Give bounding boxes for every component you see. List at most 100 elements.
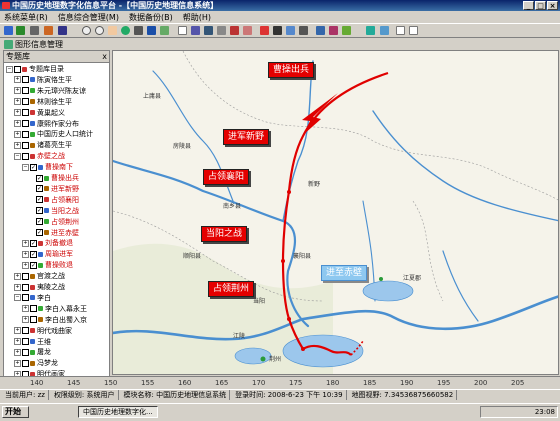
tree-node[interactable]: − 李白 xyxy=(14,294,51,302)
expand-toggle-icon[interactable]: + xyxy=(14,87,21,95)
expand-toggle-icon[interactable]: + xyxy=(14,98,21,106)
tree-checkbox[interactable] xyxy=(22,76,29,84)
tree-node[interactable]: + 康熙作家分布 xyxy=(14,120,79,128)
overview-icon[interactable] xyxy=(316,26,325,35)
tree-checkbox[interactable] xyxy=(22,120,29,127)
expand-toggle-icon[interactable]: + xyxy=(22,239,29,247)
tree-node[interactable]: + 官渡之战 xyxy=(14,272,65,280)
export-icon[interactable] xyxy=(273,26,282,35)
tree-node[interactable]: + 黄巢起义 xyxy=(14,109,65,117)
tree-node[interactable]: − ✓ 曹操南下 xyxy=(22,163,73,171)
tree-checkbox[interactable] xyxy=(14,65,21,73)
expand-toggle-icon[interactable]: + xyxy=(14,130,21,138)
tree-checkbox[interactable] xyxy=(22,359,29,367)
map-view[interactable]: 上庸县 房陵县 南乡县 顺阳县 新野 襄阳县 江夏郡 江陵 当阳 荆州 曹操出兵… xyxy=(112,50,559,375)
expand-toggle-icon[interactable]: + xyxy=(14,76,21,84)
tree-node[interactable]: + 李白出蜀入京 xyxy=(22,316,87,324)
zoom-in-icon[interactable] xyxy=(82,26,91,35)
tree-node[interactable]: + 屠龙 xyxy=(14,348,51,356)
tree-checkbox[interactable]: ✓ xyxy=(30,239,37,247)
menu-system[interactable]: 系统菜单(R) xyxy=(4,12,48,23)
tree-checkbox[interactable] xyxy=(22,152,29,160)
expand-toggle-icon[interactable]: + xyxy=(14,272,21,280)
tree-node[interactable]: − 赤壁之战 xyxy=(14,152,65,160)
tree-checkbox[interactable] xyxy=(22,141,29,149)
tree-checkbox[interactable] xyxy=(22,294,29,302)
tree-node[interactable]: + 冯梦龙 xyxy=(14,359,58,367)
start-button[interactable]: 开始 xyxy=(2,406,29,418)
layer-manage-icon[interactable] xyxy=(366,26,375,35)
tree-checkbox[interactable] xyxy=(22,87,29,95)
maximize-button[interactable]: □ xyxy=(535,1,546,10)
graphic-manage-button[interactable]: 图形信息管理 xyxy=(15,39,63,50)
tree-checkbox[interactable]: ✓ xyxy=(36,174,43,182)
tree-checkbox[interactable]: ✓ xyxy=(36,196,43,204)
table-icon[interactable] xyxy=(58,26,67,35)
expand-toggle-icon[interactable]: + xyxy=(14,141,21,149)
map-label-zhanling-xiangyang[interactable]: 占领襄阳 xyxy=(203,169,250,185)
expand-toggle-icon[interactable]: + xyxy=(14,283,21,291)
tree-node[interactable]: + ✓ 刘备撤退 xyxy=(22,239,73,247)
minimize-button[interactable]: _ xyxy=(523,1,534,10)
expand-toggle-icon[interactable]: + xyxy=(14,359,21,367)
close-button[interactable]: × xyxy=(547,1,558,10)
save-icon[interactable] xyxy=(16,26,25,35)
expand-toggle-icon[interactable]: + xyxy=(14,348,21,356)
tree-checkbox[interactable]: ✓ xyxy=(36,207,43,215)
open-icon[interactable] xyxy=(4,26,13,35)
map-label-jinzhi-chibi[interactable]: 进至赤壁 xyxy=(321,265,368,281)
menu-backup[interactable]: 数据备份(B) xyxy=(129,12,173,23)
map-label-zhanling-jingzhou[interactable]: 占领荆州 xyxy=(208,281,255,297)
tree-checkbox[interactable] xyxy=(30,305,37,313)
tree-checkbox[interactable] xyxy=(22,272,29,280)
tree-checkbox[interactable] xyxy=(22,98,29,106)
tree-node[interactable]: ✓ 占领荆州 xyxy=(30,218,79,226)
zoom-out-icon[interactable] xyxy=(95,26,104,35)
tree-node[interactable]: + 明代戏曲家 xyxy=(14,327,72,335)
pan-hand-icon[interactable] xyxy=(108,26,117,35)
map-label-jinjun-xinye[interactable]: 进军新野 xyxy=(223,129,270,145)
expand-toggle-icon[interactable]: + xyxy=(22,261,29,269)
expand-toggle-icon[interactable] xyxy=(30,219,35,224)
taskbar-app-button[interactable]: 中国历史地理数字化... xyxy=(78,406,158,418)
panel-close-button[interactable]: x xyxy=(102,51,107,63)
expand-toggle-icon[interactable]: + xyxy=(22,316,29,324)
draw-icon[interactable] xyxy=(230,26,239,35)
tree-checkbox[interactable] xyxy=(22,338,29,345)
legend-icon[interactable] xyxy=(299,26,308,35)
tree-node[interactable]: + 朱元璋兴陈友谅 xyxy=(14,87,86,95)
tree-node[interactable]: + 王维 xyxy=(14,338,51,346)
stat-icon[interactable] xyxy=(329,26,338,35)
tree-checkbox[interactable]: ✓ xyxy=(36,218,43,226)
expand-toggle-icon[interactable]: − xyxy=(6,65,13,73)
full-extent-icon[interactable] xyxy=(134,26,143,35)
expand-toggle-icon[interactable] xyxy=(30,176,35,181)
expand-toggle-icon[interactable]: − xyxy=(14,294,21,302)
expand-toggle-icon[interactable]: − xyxy=(22,163,29,171)
map-label-dangyang[interactable]: 当阳之战 xyxy=(201,226,248,242)
tree-node[interactable]: + 夷陵之战 xyxy=(14,283,65,291)
map-canvas[interactable] xyxy=(113,51,559,375)
tree-checkbox[interactable] xyxy=(22,109,29,117)
tree-node[interactable]: + ✓ 曹操败退 xyxy=(22,261,73,269)
expand-toggle-icon[interactable] xyxy=(30,230,35,235)
expand-toggle-icon[interactable]: + xyxy=(14,338,21,345)
expand-toggle-icon[interactable] xyxy=(30,186,35,191)
map-window2-icon[interactable] xyxy=(409,26,418,35)
tree-node[interactable]: + 林则徐生平 xyxy=(14,98,72,106)
info-icon[interactable] xyxy=(204,26,213,35)
expand-toggle-icon[interactable]: + xyxy=(22,305,29,313)
expand-toggle-icon[interactable]: + xyxy=(14,120,21,127)
query-icon[interactable] xyxy=(286,26,295,35)
tree-checkbox[interactable]: ✓ xyxy=(30,250,37,258)
tree-node[interactable]: ✓ 当阳之战 xyxy=(30,207,79,215)
tree-node[interactable]: ✓ 进至赤壁 xyxy=(30,229,79,237)
label-icon[interactable] xyxy=(243,26,252,35)
expand-toggle-icon[interactable] xyxy=(30,197,35,202)
tree-checkbox[interactable] xyxy=(22,283,29,291)
tree-node[interactable]: + ✓ 周瑜进军 xyxy=(22,250,73,258)
tree-checkbox[interactable]: ✓ xyxy=(36,229,43,236)
tree-node[interactable]: + 中国历史人口统计 xyxy=(14,130,93,138)
expand-toggle-icon[interactable]: + xyxy=(14,327,21,335)
tree-node[interactable]: + 诸葛亮生平 xyxy=(14,141,72,149)
